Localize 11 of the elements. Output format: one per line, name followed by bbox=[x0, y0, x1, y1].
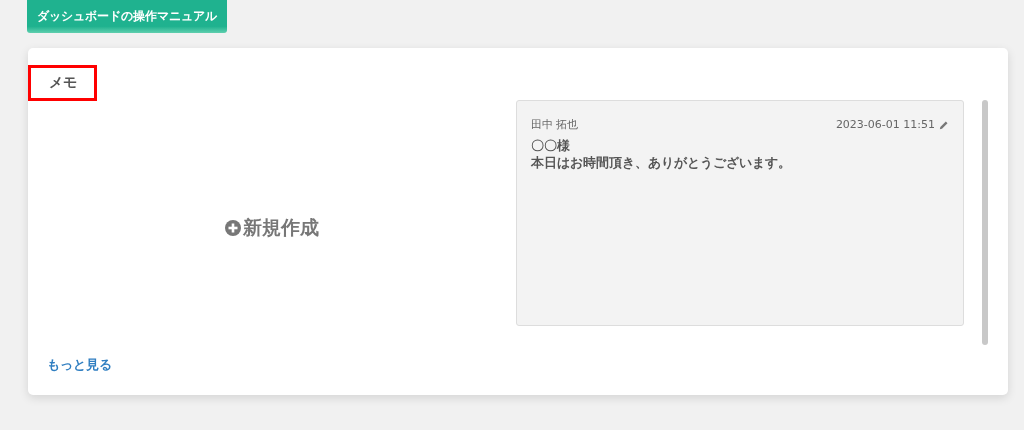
new-button[interactable]: 新規作成 bbox=[225, 214, 319, 241]
manual-button[interactable]: ダッシュボードの操作マニュアル bbox=[27, 0, 227, 33]
scrollbar[interactable] bbox=[982, 100, 988, 345]
memo-timestamp: 2023-06-01 11:51 bbox=[835, 118, 935, 131]
pencil-icon[interactable] bbox=[939, 119, 949, 130]
memo-text: 本日はお時間頂き、ありがとうございます。 bbox=[531, 154, 792, 171]
memo-author: 田中 拓也 bbox=[531, 117, 580, 132]
panel-title: メモ bbox=[28, 65, 97, 101]
more-link[interactable]: もっと見る bbox=[47, 357, 112, 374]
plus-circle-icon bbox=[225, 219, 241, 236]
memo-text: 〇〇様 bbox=[531, 137, 571, 154]
